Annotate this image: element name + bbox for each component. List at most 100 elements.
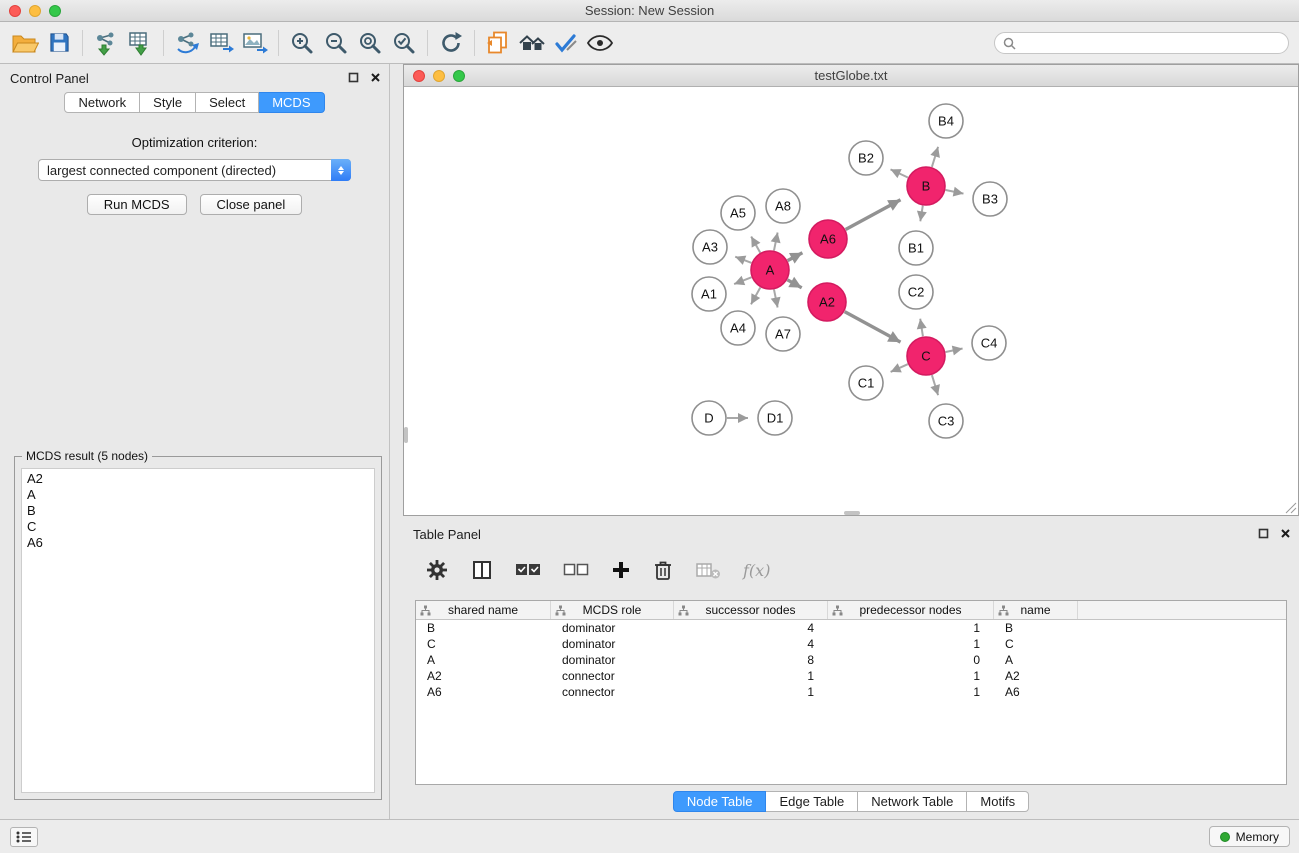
node-B1[interactable]: B1: [899, 231, 933, 265]
zoom-selected-button[interactable]: [387, 26, 421, 60]
memory-button[interactable]: Memory: [1209, 826, 1290, 847]
network-minimize-button[interactable]: [433, 70, 445, 82]
network-zoom-button[interactable]: [453, 70, 465, 82]
float-panel-icon[interactable]: [348, 72, 359, 83]
edge-C-C1[interactable]: [891, 364, 908, 372]
zoom-fit-button[interactable]: [353, 26, 387, 60]
network-close-button[interactable]: [413, 70, 425, 82]
canvas-horizontal-scroll-nub[interactable]: [844, 511, 860, 515]
delete-column-trash-icon[interactable]: [653, 559, 673, 581]
export-image-button[interactable]: [238, 26, 272, 60]
float-table-panel-icon[interactable]: [1258, 528, 1269, 539]
edge-A-A3[interactable]: [735, 257, 751, 263]
edge-B-B2[interactable]: [891, 169, 908, 177]
import-table-button[interactable]: [123, 26, 157, 60]
node-B3[interactable]: B3: [973, 182, 1007, 216]
zoom-window-button[interactable]: [49, 5, 61, 17]
edge-B-B1[interactable]: [920, 206, 923, 222]
style-check-button[interactable]: [549, 26, 583, 60]
export-table-button[interactable]: [204, 26, 238, 60]
tab-mcds[interactable]: MCDS: [259, 92, 324, 113]
edge-A-A4[interactable]: [751, 288, 760, 305]
close-window-button[interactable]: [9, 5, 21, 17]
node-A3[interactable]: A3: [693, 230, 727, 264]
node-A7[interactable]: A7: [766, 317, 800, 351]
import-network-button[interactable]: [89, 26, 123, 60]
column-header-name[interactable]: name: [994, 601, 1078, 619]
node-C4[interactable]: C4: [972, 326, 1006, 360]
tab-network-table[interactable]: Network Table: [858, 791, 967, 812]
edge-B-B4[interactable]: [932, 147, 938, 167]
network-canvas[interactable]: B4B2BB3A5A8A6A3B1AC2A1A2A4A7C4CC1DD1C3: [404, 87, 1298, 515]
mcds-result-item[interactable]: A2: [27, 471, 369, 487]
tab-edge-table[interactable]: Edge Table: [766, 791, 858, 812]
edge-A-A2[interactable]: [787, 280, 801, 288]
show-columns-icon[interactable]: [471, 559, 493, 581]
network-window-titlebar[interactable]: testGlobe.txt: [404, 65, 1298, 87]
documents-button[interactable]: [481, 26, 515, 60]
node-A2[interactable]: A2: [808, 283, 846, 321]
node-C3[interactable]: C3: [929, 404, 963, 438]
column-header-predecessor-nodes[interactable]: predecessor nodes: [828, 601, 994, 619]
node-A6[interactable]: A6: [809, 220, 847, 258]
edge-A-A1[interactable]: [734, 277, 751, 284]
mcds-result-item[interactable]: B: [27, 503, 369, 519]
run-mcds-button[interactable]: Run MCDS: [87, 194, 187, 215]
table-row[interactable]: Cdominator41C: [416, 636, 1286, 652]
zoom-out-button[interactable]: [319, 26, 353, 60]
select-all-icon[interactable]: [515, 561, 541, 579]
open-session-button[interactable]: [8, 26, 42, 60]
search-input[interactable]: [1021, 36, 1280, 50]
node-A1[interactable]: A1: [692, 277, 726, 311]
table-settings-gear-icon[interactable]: [425, 558, 449, 582]
canvas-vertical-scroll-nub[interactable]: [404, 427, 408, 443]
minimize-window-button[interactable]: [29, 5, 41, 17]
resize-grip-icon[interactable]: [1285, 502, 1297, 514]
mcds-result-item[interactable]: A: [27, 487, 369, 503]
edge-C-C4[interactable]: [946, 349, 963, 353]
edge-A-A8[interactable]: [774, 233, 778, 251]
node-B2[interactable]: B2: [849, 141, 883, 175]
column-header-successor-nodes[interactable]: successor nodes: [674, 601, 828, 619]
node-C1[interactable]: C1: [849, 366, 883, 400]
node-C2[interactable]: C2: [899, 275, 933, 309]
node-B4[interactable]: B4: [929, 104, 963, 138]
save-session-button[interactable]: [42, 26, 76, 60]
node-C[interactable]: C: [907, 337, 945, 375]
close-table-panel-icon[interactable]: [1280, 528, 1291, 539]
table-row[interactable]: A2connector11A2: [416, 668, 1286, 684]
deselect-all-icon[interactable]: [563, 561, 589, 579]
node-A5[interactable]: A5: [721, 196, 755, 230]
node-A8[interactable]: A8: [766, 189, 800, 223]
show-details-button[interactable]: [583, 26, 617, 60]
tab-motifs[interactable]: Motifs: [967, 791, 1029, 812]
edge-A-A7[interactable]: [774, 290, 778, 308]
edge-A2-C[interactable]: [845, 312, 901, 343]
node-D1[interactable]: D1: [758, 401, 792, 435]
mcds-result-item[interactable]: C: [27, 519, 369, 535]
close-panel-icon[interactable]: [370, 72, 381, 83]
tab-select[interactable]: Select: [196, 92, 259, 113]
node-D[interactable]: D: [692, 401, 726, 435]
zoom-in-button[interactable]: [285, 26, 319, 60]
mcds-result-item[interactable]: A6: [27, 535, 369, 551]
tab-style[interactable]: Style: [140, 92, 196, 113]
table-row[interactable]: Adominator80A: [416, 652, 1286, 668]
edge-B-B3[interactable]: [946, 190, 964, 194]
column-header-MCDS-role[interactable]: MCDS role: [551, 601, 674, 619]
node-A[interactable]: A: [751, 251, 789, 289]
export-network-button[interactable]: [170, 26, 204, 60]
table-row[interactable]: A6connector11A6: [416, 684, 1286, 700]
edge-A-A5[interactable]: [751, 237, 760, 253]
edge-C-C2[interactable]: [920, 319, 923, 337]
tab-node-table[interactable]: Node Table: [673, 791, 767, 812]
column-header-shared-name[interactable]: shared name: [416, 601, 551, 619]
edge-C-C3[interactable]: [932, 375, 938, 395]
add-column-icon[interactable]: [611, 560, 631, 580]
refresh-button[interactable]: [434, 26, 468, 60]
close-panel-button[interactable]: Close panel: [200, 194, 303, 215]
home-button[interactable]: [515, 26, 549, 60]
table-row[interactable]: Bdominator41B: [416, 620, 1286, 636]
task-history-button[interactable]: [10, 827, 38, 847]
tab-network[interactable]: Network: [64, 92, 140, 113]
